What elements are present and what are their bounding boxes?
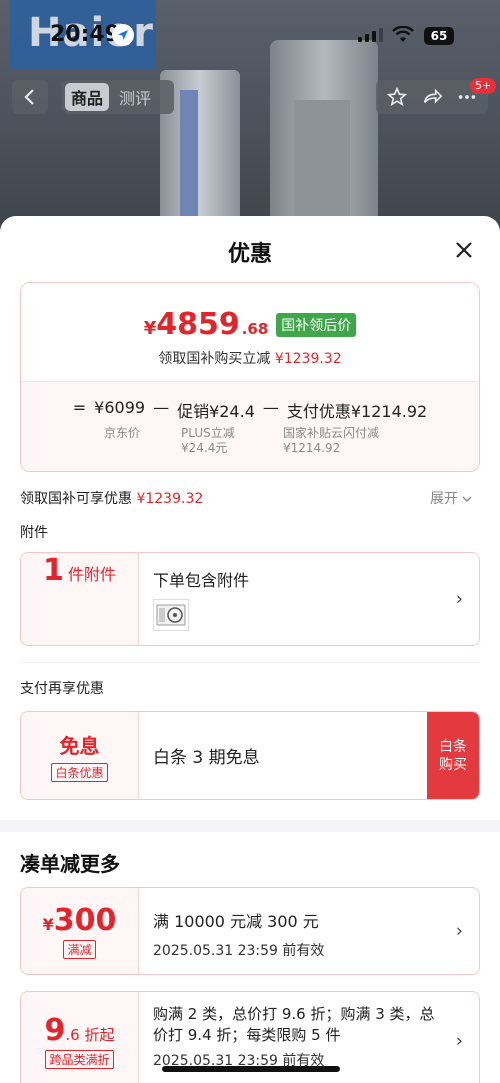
home-indicator <box>162 1066 340 1072</box>
accessory-count: 1 <box>43 553 64 588</box>
sheet-title: 优惠 <box>227 242 272 267</box>
coupon-value: 9 .6 折起 <box>44 1013 115 1048</box>
divider <box>20 662 480 663</box>
coupon-validity: 2025.05.31 23:59 前有效 <box>153 943 325 959</box>
price-integer: 4859 <box>156 307 240 342</box>
accessory-section-title: 附件 <box>20 525 48 541</box>
share-icon[interactable] <box>421 86 443 108</box>
promo-label: PLUS立减 ¥24.4元 <box>181 426 235 455</box>
base-price-label: 京东价 <box>104 426 141 440</box>
outdoor-unit-icon <box>156 604 186 626</box>
accessory-thumbnail <box>153 599 189 631</box>
pay-discount-section-title: 支付再享优惠 <box>20 681 104 697</box>
star-icon[interactable] <box>386 86 408 108</box>
interest-free-title: 免息 <box>59 733 100 758</box>
chevron-right-icon: › <box>455 588 463 610</box>
status-bar: 20:49 65 <box>0 0 500 70</box>
accessory-desc: 下单包含附件 <box>153 571 250 590</box>
final-price: ¥ 4859 .68 国补领后价 <box>21 307 479 342</box>
chevron-left-icon <box>24 89 34 105</box>
chevron-right-icon: › <box>455 920 463 942</box>
interest-free-desc: 白条 3 期免息 <box>153 748 260 768</box>
accessory-count-unit: 件附件 <box>67 565 116 584</box>
accessory-card[interactable]: 1 件附件 下单包含附件 › <box>20 552 480 646</box>
price-subtitle: 领取国补购买立减 ¥1239.32 <box>158 351 342 367</box>
price-formula: = ¥6099 — 促销¥24.4 — 支付优惠¥1214.92 <box>72 398 428 421</box>
baitiao-tag: 白条优惠 <box>51 762 108 782</box>
coupon-type-tag: 跨品类满折 <box>45 1050 114 1069</box>
price-breakdown: = ¥6099 — 促销¥24.4 — 支付优惠¥1214.92 京东价 PLU… <box>21 381 479 471</box>
subsidy-row: 领取国补可享优惠 ¥1239.32 <box>20 491 204 507</box>
tab-review[interactable]: 测评 <box>113 83 157 111</box>
cellular-signal-icon <box>358 28 383 42</box>
expand-button[interactable]: 展开 <box>430 488 472 508</box>
baitiao-buy-button[interactable]: 白条 购买 <box>427 712 479 799</box>
coupon-value: ¥ 300 <box>42 903 117 938</box>
coupon-title: 购满 2 类，总价打 9.6 折；购满 3 类，总价打 9.4 折；每类限购 5… <box>153 1005 435 1044</box>
coupon-type-tag: 满减 <box>63 940 96 959</box>
coupon-card[interactable]: ¥ 300 满减 满 10000 元减 300 元 2025.05.31 23:… <box>20 887 480 975</box>
tab-product[interactable]: 商品 <box>65 83 110 111</box>
pay-discount-label: 国家补贴云闪付减 ¥1214.92 <box>283 426 380 455</box>
section-gap <box>0 820 500 832</box>
interest-free-card: 免息 白条优惠 白条 3 期免息 白条 购买 <box>20 711 480 800</box>
wifi-icon <box>392 25 414 48</box>
more-discount-title: 凑单减更多 <box>20 852 120 876</box>
price-decimal: .68 <box>241 320 269 338</box>
chevron-right-icon: › <box>455 1030 463 1052</box>
discount-sheet: 优惠 ¥ 4859 .68 国补领后价 领取国补购买立减 ¥1239.32 = … <box>0 216 500 1083</box>
price-summary-card: ¥ 4859 .68 国补领后价 领取国补购买立减 ¥1239.32 = ¥60… <box>20 282 480 472</box>
coupon-title: 满 10000 元减 300 元 <box>153 912 319 931</box>
product-unit-image <box>270 40 378 240</box>
close-icon[interactable] <box>452 238 476 262</box>
price-tag: 国补领后价 <box>276 312 357 337</box>
product-tabs: 商品 测评 <box>62 80 174 114</box>
message-badge: 5+ <box>470 78 497 94</box>
back-button[interactable] <box>12 80 48 114</box>
status-time: 20:49 <box>50 22 121 47</box>
chevron-down-icon <box>462 496 472 502</box>
battery-indicator: 65 <box>424 27 454 45</box>
location-arrow-icon <box>112 24 134 46</box>
